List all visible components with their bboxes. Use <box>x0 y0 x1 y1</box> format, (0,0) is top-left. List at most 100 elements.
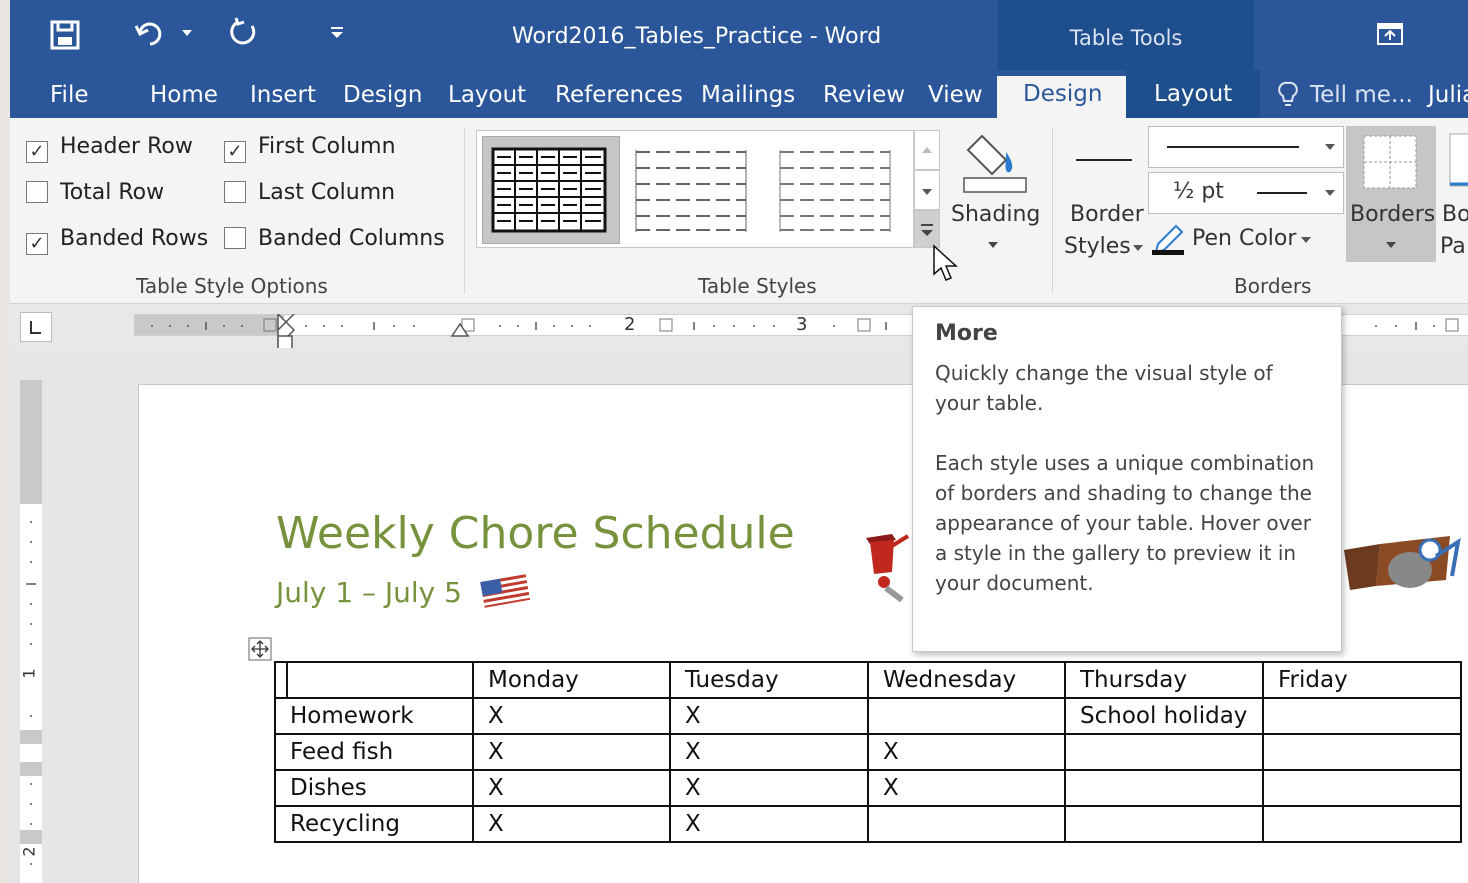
chevron-up-icon <box>922 147 932 153</box>
tab-view[interactable]: View <box>928 80 983 114</box>
table-cell[interactable]: Tuesday <box>669 661 869 699</box>
ribbon-display-options-icon[interactable] <box>1376 22 1404 46</box>
table-cell[interactable]: Dishes <box>274 769 474 807</box>
table-cell[interactable]: X <box>669 769 869 807</box>
user-name[interactable]: Julia <box>1428 80 1468 114</box>
window-title: Word2016_Tables_Practice - Word <box>512 24 882 49</box>
tab-table-design[interactable]: Design <box>997 76 1129 118</box>
gallery-scroll-up[interactable] <box>914 130 940 170</box>
table-move-handle-icon[interactable] <box>248 637 272 661</box>
last-column-checkbox[interactable]: Last Column <box>224 180 395 205</box>
border-styles-dropdown-icon[interactable] <box>1132 244 1144 252</box>
pen-color-icon[interactable] <box>1152 222 1188 256</box>
tab-selector[interactable] <box>20 312 52 342</box>
total-row-checkbox[interactable]: Total Row <box>26 180 164 205</box>
shading-bucket-icon[interactable] <box>960 130 1028 194</box>
table-cell[interactable]: X <box>669 733 869 771</box>
header-row-checkbox[interactable]: ✓ Header Row <box>26 134 193 163</box>
us-flag-icon <box>480 574 531 608</box>
table-cell[interactable] <box>1064 769 1264 807</box>
first-column-check-icon: ✓ <box>224 141 246 163</box>
table-row: Recycling X X <box>274 805 1462 843</box>
table-cell[interactable] <box>1262 769 1462 807</box>
table-style-options-label: Table Style Options <box>136 274 328 298</box>
shading-label[interactable]: Shading <box>951 202 1040 227</box>
table-cell[interactable]: Wednesday <box>867 661 1066 699</box>
tab-review[interactable]: Review <box>823 80 905 114</box>
table-cell[interactable] <box>867 697 1066 735</box>
table-cell[interactable]: School holiday <box>1064 697 1264 735</box>
table-cell[interactable] <box>274 661 474 699</box>
tab-layout[interactable]: Layout <box>448 80 526 114</box>
first-column-checkbox[interactable]: ✓ First Column <box>224 134 396 163</box>
tell-me-box[interactable]: Tell me... <box>1310 80 1413 114</box>
banded-columns-box <box>224 227 246 249</box>
border-painter-icon[interactable] <box>1446 130 1468 192</box>
table-cell[interactable]: X <box>669 697 869 735</box>
chore-table[interactable]: Monday Tuesday Wednesday Thursday Friday… <box>274 661 1462 843</box>
table-cell[interactable]: Thursday <box>1064 661 1264 699</box>
table-cell[interactable]: X <box>867 733 1066 771</box>
more-tooltip: More Quickly change the visual style of … <box>912 306 1342 652</box>
banded-rows-checkbox[interactable]: ✓ Banded Rows <box>26 226 208 255</box>
document-subtitle[interactable]: July 1 – July 5 <box>276 576 462 609</box>
total-row-label: Total Row <box>60 180 165 205</box>
tab-design[interactable]: Design <box>343 80 422 114</box>
table-cell[interactable]: X <box>472 769 671 807</box>
save-icon[interactable] <box>50 20 80 50</box>
tab-home[interactable]: Home <box>150 80 218 114</box>
banded-columns-checkbox[interactable]: Banded Columns <box>224 226 445 251</box>
ruler-mark-3: 3 <box>796 314 808 335</box>
table-cell[interactable] <box>1064 805 1264 843</box>
table-cell[interactable] <box>1262 733 1462 771</box>
border-styles-label-2[interactable]: Styles <box>1064 234 1131 259</box>
tab-references[interactable]: References <box>555 80 683 114</box>
ruler-mark-2: 2 <box>624 314 636 335</box>
gallery-more-button[interactable] <box>914 210 940 248</box>
shading-dropdown-icon[interactable] <box>986 240 1000 250</box>
border-styles-label-1[interactable]: Border <box>1070 202 1144 227</box>
table-cell[interactable]: Recycling <box>274 805 474 843</box>
table-cell[interactable] <box>1262 805 1462 843</box>
chevron-down-icon <box>922 189 932 195</box>
gallery-scroll-down[interactable] <box>914 170 940 210</box>
table-cell[interactable]: X <box>867 769 1066 807</box>
tooltip-text-2: Each style uses a unique combination of … <box>935 451 1315 595</box>
document-title[interactable]: Weekly Chore Schedule <box>276 508 795 559</box>
last-column-label: Last Column <box>258 180 396 205</box>
pen-color-dropdown-icon[interactable] <box>1300 236 1312 244</box>
table-cell[interactable]: Homework <box>274 697 474 735</box>
line-style-dropdown[interactable] <box>1148 126 1344 168</box>
line-weight-dropdown[interactable]: ½ pt <box>1148 172 1344 214</box>
line-style-preview-icon <box>1167 144 1335 150</box>
plain-table-style-2-icon[interactable] <box>778 146 894 234</box>
table-cell[interactable]: Friday <box>1262 661 1462 699</box>
border-painter-label-1[interactable]: Bo <box>1442 202 1468 227</box>
table-cell[interactable]: X <box>669 805 869 843</box>
border-styles-line-icon <box>1076 159 1132 161</box>
undo-icon[interactable] <box>134 18 170 50</box>
first-column-label: First Column <box>258 134 396 159</box>
borders-button[interactable]: Borders <box>1346 126 1436 262</box>
tab-table-layout[interactable]: Layout <box>1126 70 1261 118</box>
table-cell[interactable]: Feed fish <box>274 733 474 771</box>
table-cell[interactable]: X <box>472 733 671 771</box>
table-cell[interactable]: X <box>472 805 671 843</box>
table-tools-label: Table Tools <box>1069 26 1183 50</box>
tab-mailings[interactable]: Mailings <box>701 80 795 114</box>
table-cell[interactable] <box>867 805 1066 843</box>
table-cell[interactable] <box>1262 697 1462 735</box>
plain-table-style-icon[interactable] <box>634 146 750 234</box>
customize-qat-icon[interactable] <box>328 24 346 40</box>
redo-icon[interactable] <box>228 16 260 48</box>
gallery-style-selected[interactable] <box>482 136 620 244</box>
border-painter-label-2[interactable]: Pa <box>1440 234 1466 259</box>
table-cell[interactable]: X <box>472 697 671 735</box>
table-row: Homework X X School holiday <box>274 697 1462 735</box>
table-cell[interactable] <box>1064 733 1264 771</box>
pen-color-label[interactable]: Pen Color <box>1192 226 1296 251</box>
tab-insert[interactable]: Insert <box>250 80 316 114</box>
tab-file[interactable]: File <box>50 80 89 114</box>
table-cell[interactable]: Monday <box>472 661 671 699</box>
undo-dropdown-icon[interactable] <box>180 28 194 38</box>
